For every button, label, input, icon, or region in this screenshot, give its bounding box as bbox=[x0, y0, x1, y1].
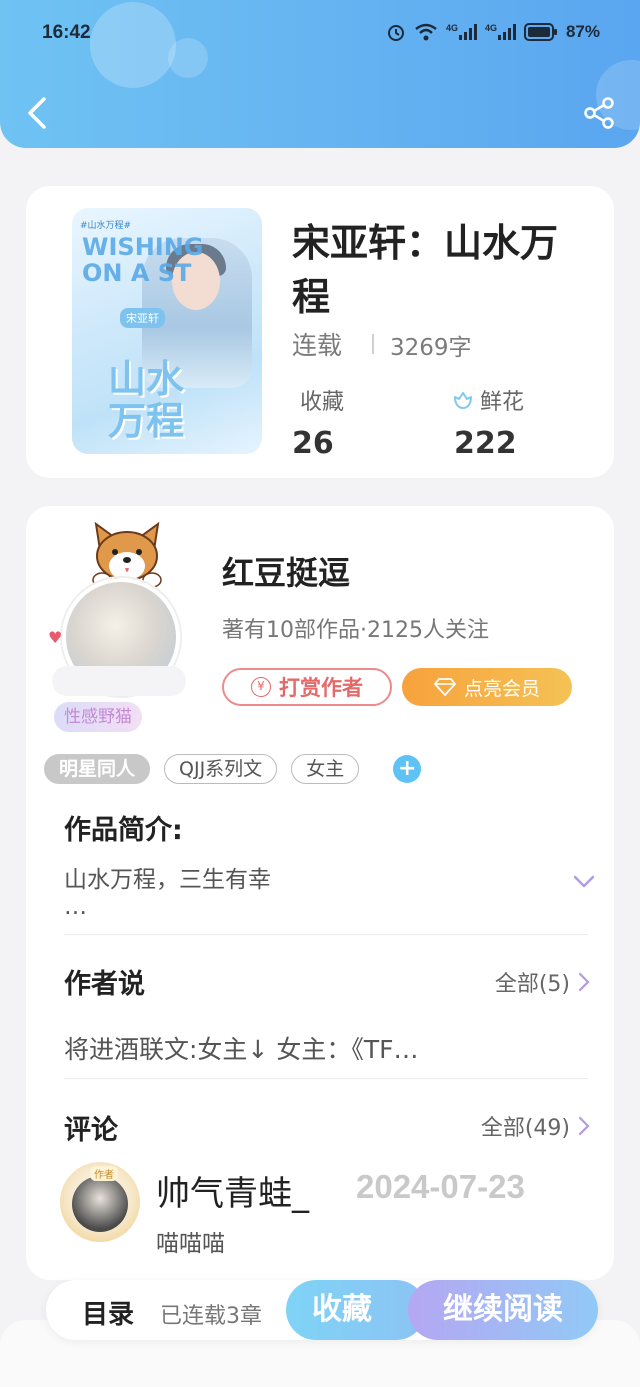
author-says-title: 作者说 bbox=[64, 969, 145, 1000]
bottom-action-bar: 目录 已连载3章 收藏 继续阅读 bbox=[46, 1280, 598, 1340]
collect-stat-value: 26 bbox=[292, 426, 334, 461]
collect-button[interactable]: 收藏 bbox=[286, 1280, 426, 1340]
commenter-photo bbox=[72, 1176, 128, 1232]
divider bbox=[64, 934, 588, 935]
flower-label-text: 鲜花 bbox=[480, 390, 525, 415]
author-name[interactable]: 红豆挺逗 bbox=[222, 548, 350, 594]
back-button[interactable] bbox=[22, 96, 52, 130]
share-button[interactable] bbox=[582, 96, 616, 130]
author-tag: 作者 bbox=[90, 1166, 118, 1181]
word-count: 3269字 bbox=[390, 335, 472, 361]
signal-icon bbox=[458, 24, 477, 40]
chevron-down-icon[interactable] bbox=[572, 874, 596, 890]
signal-1: 4G bbox=[446, 24, 477, 40]
cover-header-text: #山水万程# bbox=[80, 221, 132, 231]
author-says-more-label: 全部(5) bbox=[494, 972, 570, 997]
book-info-card: #山水万程# WISHING ON A ST 宋亚轩 山水万程 宋亚轩：山水万程… bbox=[26, 186, 614, 478]
intro-ellipsis: … bbox=[64, 894, 87, 920]
add-tag-button[interactable]: + bbox=[393, 755, 422, 783]
divider bbox=[64, 1078, 588, 1079]
author-says-more[interactable]: 全部(5) bbox=[495, 966, 590, 998]
flower-stat-label: 鲜花 bbox=[452, 384, 524, 416]
collect-label-text: 收藏 bbox=[300, 390, 345, 415]
cover-title-text: 山水万程 bbox=[108, 357, 185, 443]
tag-list: 明星同人 QJJ系列文 女主 + bbox=[44, 754, 422, 784]
commenter-name[interactable]: 帅气青蛙_ bbox=[156, 1166, 309, 1215]
tip-author-button[interactable]: ¥ 打赏作者 bbox=[222, 668, 392, 706]
app-header: 16:42 4G 4G 87% bbox=[0, 0, 640, 148]
comments-more-label: 全部(49) bbox=[480, 1116, 570, 1141]
chevron-right-icon bbox=[578, 972, 590, 992]
comments-more[interactable]: 全部(49) bbox=[481, 1110, 590, 1142]
coin-icon: ¥ bbox=[251, 677, 271, 697]
heart-icon: ♥ bbox=[48, 628, 63, 647]
comment-text: 喵喵喵 bbox=[156, 1231, 225, 1257]
signal-2: 4G bbox=[485, 24, 516, 40]
network-label: 4G bbox=[445, 23, 458, 33]
author-badge: 性感野猫 bbox=[54, 702, 142, 732]
tag-item[interactable]: 女主 bbox=[291, 754, 360, 784]
intro-title: 作品简介: bbox=[64, 815, 183, 846]
vip-label: 点亮会员 bbox=[463, 677, 540, 700]
cover-english-text: WISHING ON A ST bbox=[82, 233, 204, 287]
author-meta: 著有10部作品·2125人关注 bbox=[222, 618, 489, 643]
diamond-icon bbox=[434, 678, 456, 696]
alarm-icon bbox=[387, 25, 404, 41]
book-title: 宋亚轩：山水万程 bbox=[292, 221, 559, 319]
flower-stat-value: 222 bbox=[454, 426, 517, 461]
author-detail-card: ♥ 性感野猫 红豆挺逗 著有10部作品·2125人关注 ¥ 打赏作者 点亮会员 … bbox=[26, 506, 614, 1280]
decorative-bubble bbox=[168, 38, 208, 78]
cover-name-tag: 宋亚轩 bbox=[120, 308, 165, 328]
toc-button[interactable]: 目录 bbox=[82, 1294, 134, 1331]
chevron-right-icon bbox=[578, 1116, 590, 1136]
comments-title: 评论 bbox=[64, 1115, 118, 1146]
network-label: 4G bbox=[484, 23, 497, 33]
author-avatar[interactable]: ♥ 性感野猫 bbox=[48, 516, 202, 732]
battery-level: 87% bbox=[565, 22, 600, 41]
wifi-icon bbox=[415, 23, 437, 41]
decorative-bubble bbox=[90, 2, 176, 88]
continue-reading-button[interactable]: 继续阅读 bbox=[408, 1280, 598, 1340]
avatar-cloud-decoration bbox=[52, 666, 186, 696]
collect-stat-label: 收藏 bbox=[300, 384, 344, 416]
intro-text: 山水万程，三生有幸 bbox=[64, 867, 271, 893]
tip-author-label: 打赏作者 bbox=[279, 676, 363, 700]
author-says-text[interactable]: 将进酒联文:女主↓ 女主：《TF… bbox=[64, 1030, 418, 1066]
book-cover[interactable]: #山水万程# WISHING ON A ST 宋亚轩 山水万程 bbox=[72, 208, 262, 454]
signal-icon bbox=[497, 24, 516, 40]
commenter-avatar[interactable]: 作者 bbox=[60, 1162, 140, 1242]
tag-item[interactable]: 明星同人 bbox=[44, 754, 151, 784]
tag-item[interactable]: QJJ系列文 bbox=[164, 754, 278, 784]
status-time: 16:42 bbox=[42, 22, 91, 43]
battery-icon bbox=[523, 23, 557, 41]
chapter-count[interactable]: 已连载3章 bbox=[160, 1298, 262, 1330]
book-status: 连载 bbox=[292, 331, 343, 360]
vip-button[interactable]: 点亮会员 bbox=[402, 668, 572, 706]
comment-date: 2024-07-23 bbox=[356, 1168, 525, 1205]
flower-icon bbox=[454, 392, 472, 409]
status-icons: 4G 4G 87% bbox=[386, 22, 600, 42]
divider bbox=[372, 334, 374, 354]
